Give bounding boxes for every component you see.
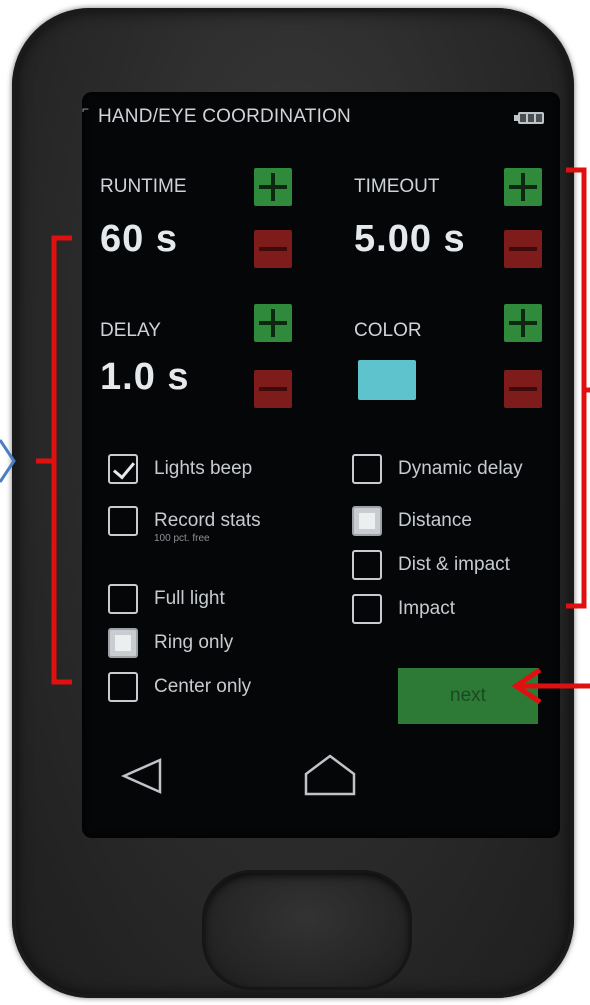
blue-chevron-icon <box>0 439 16 483</box>
annotation-overlay <box>0 167 590 705</box>
right-bracket <box>566 167 587 609</box>
left-bracket <box>51 235 72 685</box>
